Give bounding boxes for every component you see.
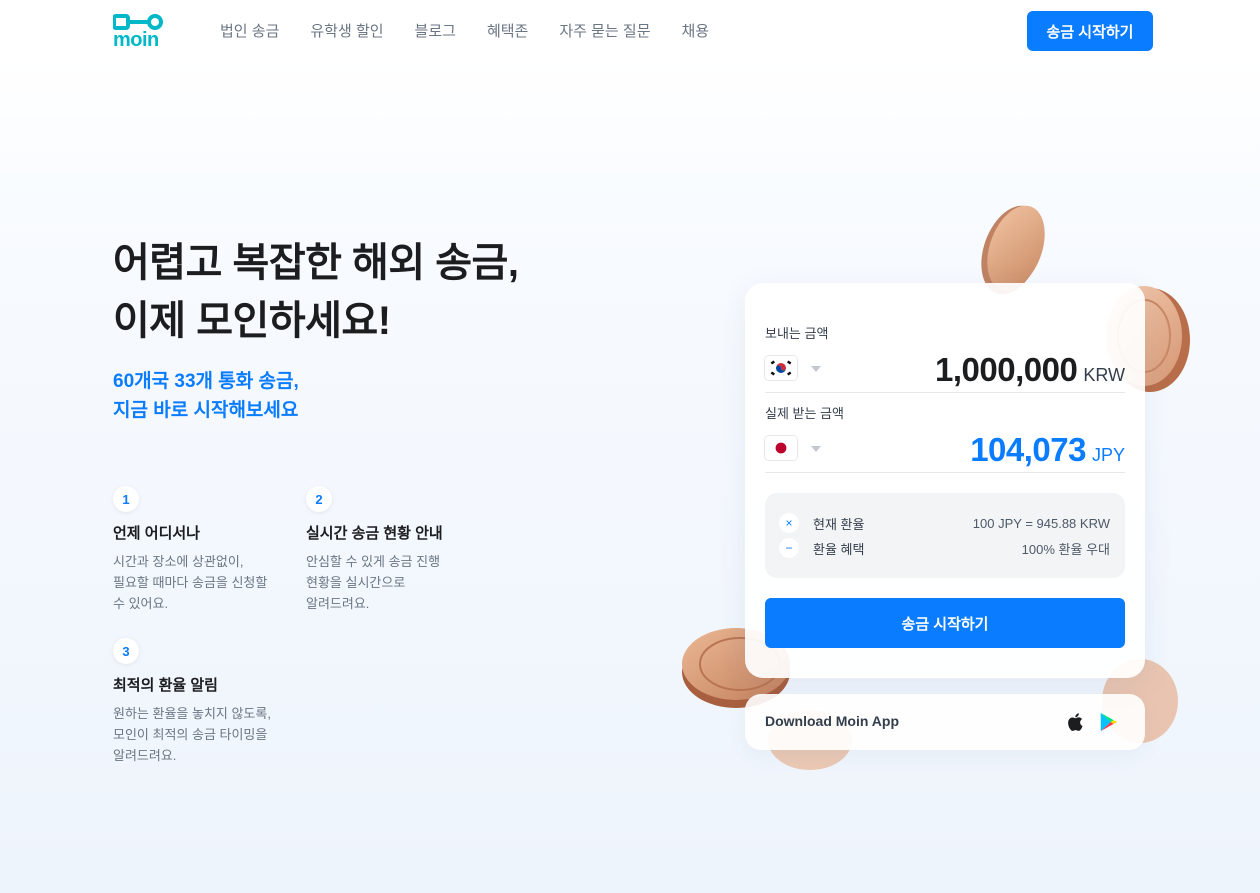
current-rate-row: × 현재 환율 100 JPY = 945.88 KRW (779, 513, 1110, 533)
send-amount-label: 보내는 금액 (765, 326, 829, 341)
send-amount-value[interactable]: 1,000,000 (935, 351, 1078, 389)
multiply-icon: × (779, 513, 799, 533)
feature-number-badge: 3 (113, 638, 139, 664)
rate-benefit-value: 100% 환율 우대 (1021, 541, 1110, 557)
hero-title-line1: 어렵고 복잡한 해외 송금, (113, 241, 519, 285)
feature-description: 원하는 환율을 놓치지 않도록, 모인이 최적의 송금 타이밍을 알려드려요. (113, 706, 271, 763)
google-play-icon[interactable] (1098, 711, 1120, 733)
divider (765, 392, 1125, 393)
rate-benefit-row: − 환율 혜택 100% 환율 우대 (779, 538, 1110, 558)
transfer-calculator: 보내는 금액 1,000,000 KRW 실제 받는 금액 104,073 JP… (745, 283, 1145, 678)
send-currency-code: KRW (1083, 365, 1125, 385)
divider (765, 472, 1125, 473)
minus-icon: − (779, 538, 799, 558)
feature-title: 최적의 환율 알림 (113, 677, 218, 694)
hero-sub-line1: 60개국 33개 통화 송금, (113, 371, 299, 392)
exchange-rate-info: × 현재 환율 100 JPY = 945.88 KRW − 환율 혜택 100… (765, 493, 1125, 578)
current-rate-label: 현재 환율 (813, 516, 865, 532)
nav-item-student[interactable]: 유학생 할인 (310, 21, 383, 43)
feature-description: 안심할 수 있게 송금 진행 현황을 실시간으로 알려드려요. (306, 554, 441, 611)
feature-number-badge: 2 (306, 486, 332, 512)
receive-currency-selector[interactable] (765, 436, 797, 460)
hero-sub-line2: 지금 바로 시작해보세요 (113, 400, 299, 421)
moin-logo[interactable]: moin (113, 14, 175, 48)
hero-subtitle: 60개국 33개 통화 송금, 지금 바로 시작해보세요 (113, 367, 299, 425)
japan-flag-icon (768, 439, 794, 457)
receive-currency-chevron-icon[interactable] (811, 446, 821, 452)
feature-title: 언제 어디서나 (113, 525, 200, 542)
receive-amount-display[interactable]: 104,073 JPY (970, 431, 1125, 469)
start-transfer-button[interactable]: 송금 시작하기 (765, 598, 1125, 648)
send-currency-selector[interactable] (765, 356, 797, 380)
app-download-bar: Download Moin App (745, 694, 1145, 750)
app-download-label: Download Moin App (765, 713, 900, 729)
feature-number-badge: 1 (113, 486, 139, 512)
nav-item-corporate[interactable]: 법인 송금 (220, 21, 279, 43)
feature-title: 실시간 송금 현황 안내 (306, 525, 443, 542)
feature-3: 3 최적의 환율 알림 원하는 환율을 놓치지 않도록, 모인이 최적의 송금 … (113, 638, 293, 766)
send-currency-chevron-icon[interactable] (811, 366, 821, 372)
nav-item-faq[interactable]: 자주 묻는 질문 (559, 21, 650, 43)
start-transfer-button-header[interactable]: 송금 시작하기 (1027, 11, 1153, 51)
nav-item-blog[interactable]: 블로그 (415, 21, 456, 43)
receive-amount-label: 실제 받는 금액 (765, 406, 844, 421)
current-rate-value: 100 JPY = 945.88 KRW (972, 515, 1110, 531)
receive-amount-value[interactable]: 104,073 (970, 431, 1086, 469)
header: moin 법인 송금 유학생 할인 블로그 혜택존 자주 묻는 질문 채용 송금… (0, 0, 1260, 64)
receive-currency-code: JPY (1091, 445, 1125, 465)
south-korea-flag-icon (768, 359, 794, 377)
main-nav: 법인 송금 유학생 할인 블로그 혜택존 자주 묻는 질문 채용 (220, 21, 740, 43)
nav-item-benefits[interactable]: 혜택존 (487, 21, 528, 43)
rate-benefit-label: 환율 혜택 (813, 541, 865, 557)
feature-1: 1 언제 어디서나 시간과 장소에 상관없이, 필요할 때마다 송금을 신청할 … (113, 486, 293, 614)
hero-title-line2: 이제 모인하세요! (113, 299, 391, 343)
feature-description: 시간과 장소에 상관없이, 필요할 때마다 송금을 신청할 수 있어요. (113, 554, 268, 611)
nav-item-careers[interactable]: 채용 (682, 21, 710, 43)
hero-title: 어렵고 복잡한 해외 송금, 이제 모인하세요! (113, 234, 519, 350)
apple-icon[interactable] (1065, 711, 1087, 733)
feature-2: 2 실시간 송금 현황 안내 안심할 수 있게 송금 진행 현황을 실시간으로 … (306, 486, 486, 614)
logo-text: moin (113, 29, 159, 48)
send-amount-display[interactable]: 1,000,000 KRW (935, 351, 1125, 389)
